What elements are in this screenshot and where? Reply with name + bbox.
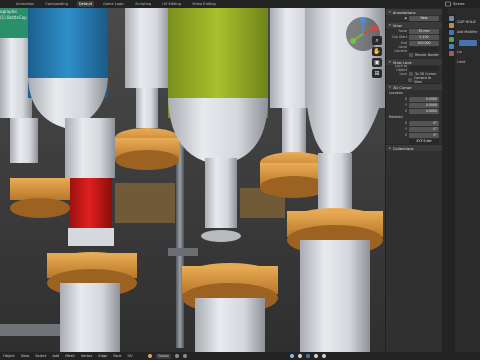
particles-tab-icon[interactable] [449,37,454,42]
menu-edge[interactable]: Edge [95,354,110,358]
cursor-z-label: Z [404,109,407,113]
rotation-mode-dropdown[interactable]: XYZ Euler [409,138,439,144]
render-border-checkbox[interactable] [409,53,413,57]
overlay-icon[interactable] [290,354,294,358]
clip-end-field[interactable]: 100.000 [409,40,439,46]
scene-name[interactable]: Scene [453,1,465,6]
modifier-row-limit: Limit [457,60,466,64]
tab-game-logic[interactable]: Game Logic [101,1,126,7]
shading-buttons [290,354,326,358]
material-shading-icon[interactable] [314,354,318,358]
viewport-header-bar: Object View Select Add Mesh Vertex Edge … [0,352,480,360]
location-label: Location [389,91,403,95]
rendered-shading-icon[interactable] [322,354,326,358]
new-annotation-button[interactable]: New [409,15,439,21]
tool-tab-icon[interactable] [449,16,454,21]
to-3d-cursor-checkbox[interactable] [409,72,413,76]
grid-toggle-icon[interactable]: ⊞ [372,69,382,78]
physics-tab-icon[interactable] [449,44,454,49]
lock-to-object-label: Lock to Object [395,64,407,72]
cursor-x-label: X [404,97,407,101]
tab-default[interactable]: Default [76,1,94,7]
cursor-y-field[interactable]: 0.0000 [409,102,439,108]
transform-tools: Global [148,353,187,359]
proportional-edit-icon[interactable] [182,354,187,358]
menu-select[interactable]: Select [32,354,49,358]
tab-video-editing[interactable]: Video Editing [190,1,218,7]
menu-face[interactable]: Face [110,354,124,358]
cursor-x-field[interactable]: 0.0000 [409,96,439,102]
object-name: CLIP HOLD [457,20,476,24]
3d-viewport[interactable]: ographic (1) BottleCap ⌕ ✋ ▣ ⊞ [0,8,385,352]
properties-tab-icons [448,14,455,352]
menu-add[interactable]: Add [49,354,62,358]
active-modifier-highlight[interactable] [459,40,477,46]
rotation-label: Rotation [389,115,403,119]
local-camera-label: Local Camera [394,45,407,53]
cursor-z-field[interactable]: 0.0000 [409,108,439,114]
modifier-row-lin: Lin [457,50,462,54]
viewport-nav-tools: ⌕ ✋ ▣ ⊞ [372,36,384,78]
tab-compositing[interactable]: Compositing [43,1,70,7]
pan-hand-icon[interactable]: ✋ [372,47,382,56]
menu-view[interactable]: View [18,354,33,358]
view-panel-header[interactable]: ▾ View [386,21,442,28]
lock-label: Lock [399,72,407,76]
local-camera-field[interactable] [409,46,439,52]
focal-label: Focal [398,29,407,33]
scene-icon[interactable] [445,1,451,7]
pivot-icon[interactable] [148,354,152,358]
zoom-icon[interactable]: ⌕ [372,36,382,45]
menu-uv[interactable]: UV [125,354,136,358]
collections-panel-header[interactable]: ▸ Collections [386,144,442,151]
clip-start-field[interactable]: 0.100 [409,34,439,40]
object-tab-icon[interactable] [449,23,454,28]
menu-mesh[interactable]: Mesh [62,354,77,358]
tab-uv-editing[interactable]: UV Editing [160,1,183,7]
render-border-label: Render Border [415,53,439,57]
chevron-right-icon: ▸ [389,146,391,150]
chevron-down-icon: ▾ [389,23,391,27]
rot-x-label: X [404,121,407,125]
snap-icon[interactable] [174,354,179,358]
rot-y-label: Y [404,127,407,131]
active-object-label: (1) BottleCap [0,15,27,20]
chevron-down-icon: ▾ [389,85,391,89]
focal-field[interactable]: 35 mm [409,28,439,34]
tab-scripting[interactable]: Scripting [133,1,153,7]
clip-start-label: Clip Start [391,35,407,39]
xray-icon[interactable] [298,354,302,358]
viewport-render[interactable] [0,8,385,352]
transform-orientation-dropdown[interactable]: Global [156,353,171,359]
modifier-tab-icon[interactable] [449,30,454,35]
3d-cursor-panel-header[interactable]: ▾ 3D Cursor [386,83,442,90]
solid-shading-icon[interactable] [306,354,310,358]
lock-to-object-field[interactable] [409,65,439,71]
material-tab-icon[interactable] [449,51,454,56]
annotations-panel-header[interactable]: ▾ Annotations [386,8,442,15]
rot-z-field[interactable]: 0° [409,132,439,138]
sidebar-n-panel: ▾ Annotations ◆ New ▾ View Focal 35 mm Clip… [385,8,442,352]
cursor-y-label: Y [404,103,407,107]
menu-vertex[interactable]: Vertex [78,354,96,358]
menu-object[interactable]: Object [0,354,18,358]
rot-y-field[interactable]: 0° [409,126,439,132]
viewport-info-overlay: ographic (1) BottleCap [0,9,27,21]
tab-animation[interactable]: Animation [14,1,36,7]
camera-view-icon[interactable]: ▣ [372,58,382,67]
camera-to-view-checkbox[interactable] [408,78,412,82]
annotation-tool-icon: ◆ [404,16,407,20]
rot-x-field[interactable]: 0° [409,120,439,126]
camera-to-view-label: Camera to View [414,76,432,84]
add-modifier-label: Add Modifier [457,30,478,34]
workspace-tab-bar: Animation Compositing Default Game Logic… [0,0,480,8]
chevron-down-icon: ▾ [389,10,391,14]
rot-z-label: Z [404,133,407,137]
